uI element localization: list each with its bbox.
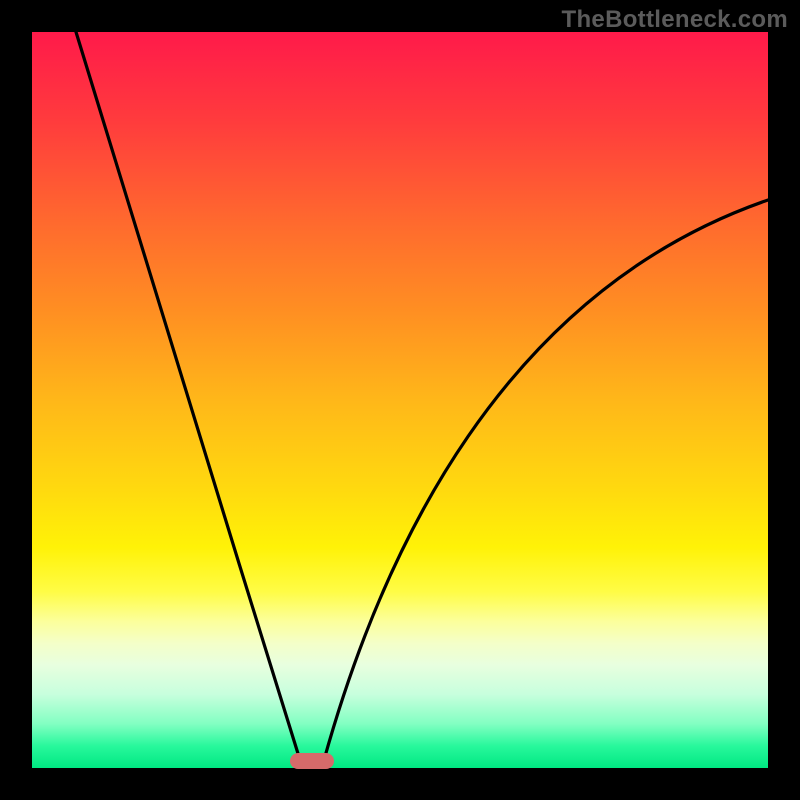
plot-area [32, 32, 768, 768]
curve-left-branch [76, 32, 300, 760]
chart-frame: TheBottleneck.com [0, 0, 800, 800]
bottleneck-curve [32, 32, 768, 768]
curve-right-branch [324, 200, 768, 760]
trough-marker [290, 753, 334, 769]
watermark-text: TheBottleneck.com [562, 6, 788, 34]
